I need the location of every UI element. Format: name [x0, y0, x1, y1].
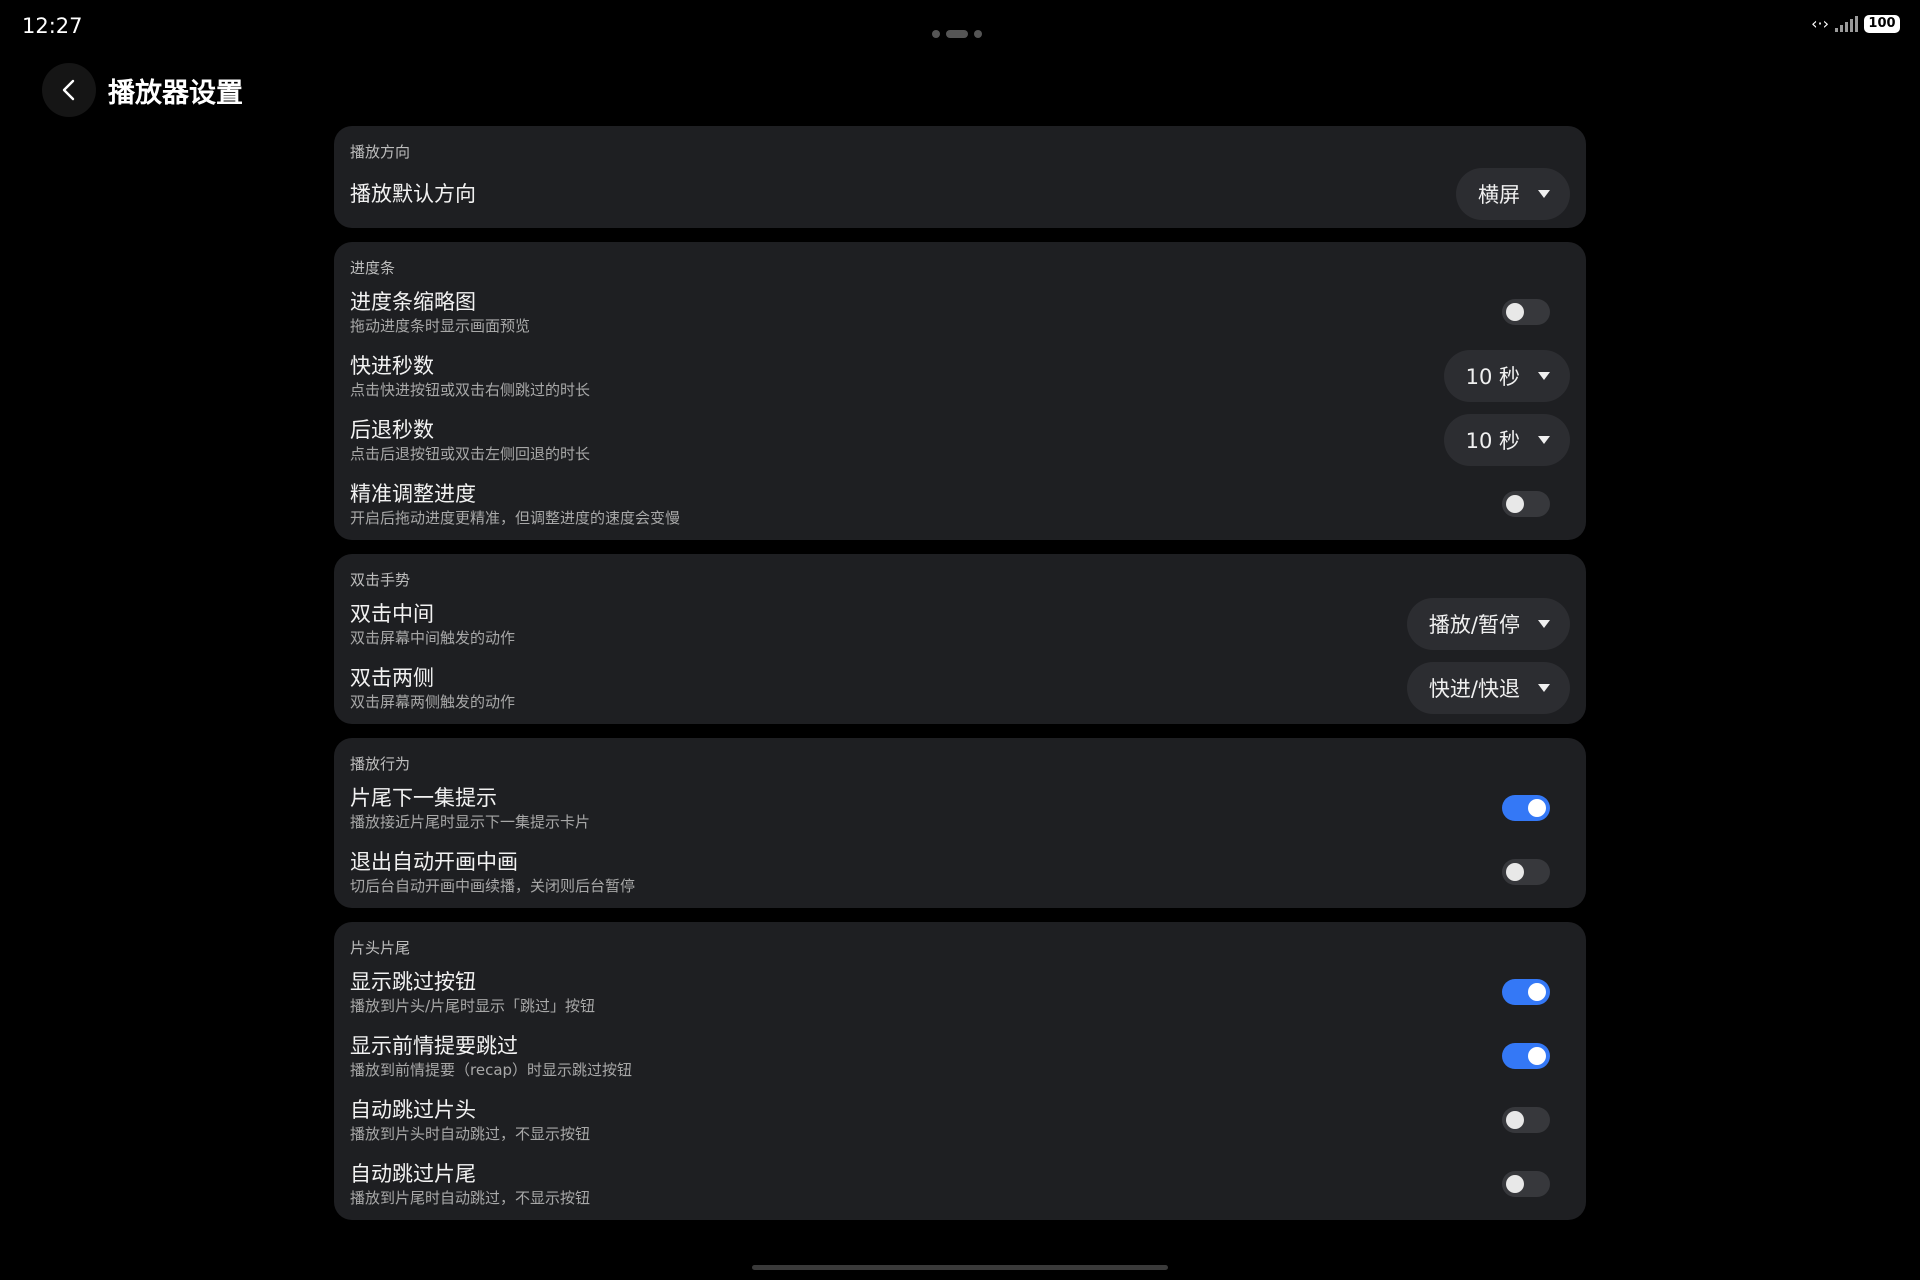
- dropdown-value: 10 秒: [1465, 429, 1520, 453]
- setting-label: 退出自动开画中画: [350, 849, 518, 874]
- section-orientation: 播放方向 播放默认方向 横屏: [334, 126, 1586, 228]
- setting-label: 进度条缩略图: [350, 289, 476, 314]
- setting-row-auto-skip-intro: 自动跳过片头 播放到片头时自动跳过，不显示按钮: [350, 1088, 1570, 1152]
- setting-label: 自动跳过片头: [350, 1097, 476, 1122]
- auto-skip-outro-toggle[interactable]: [1502, 1171, 1550, 1197]
- setting-label: 快进秒数: [350, 353, 434, 378]
- double-tap-center-dropdown[interactable]: 播放/暂停: [1406, 598, 1570, 650]
- section-title: 播放行为: [350, 755, 411, 773]
- double-tap-sides-dropdown[interactable]: 快进/快退: [1406, 662, 1570, 714]
- setting-desc: 播放接近片尾时显示下一集提示卡片: [350, 812, 591, 831]
- setting-desc: 播放到前情提要（recap）时显示跳过按钮: [350, 1060, 633, 1079]
- orientation-dropdown[interactable]: 横屏: [1456, 168, 1570, 220]
- section-title: 播放方向: [350, 143, 411, 161]
- setting-desc: 双击屏幕中间触发的动作: [350, 628, 516, 647]
- section-title: 片头片尾: [350, 939, 411, 957]
- setting-label: 播放默认方向: [350, 182, 476, 206]
- setting-desc: 点击快进按钮或双击右侧跳过的时长: [350, 380, 591, 399]
- setting-row-show-recap-skip: 显示前情提要跳过 播放到前情提要（recap）时显示跳过按钮: [350, 1024, 1570, 1088]
- setting-desc: 拖动进度条时显示画面预览: [350, 316, 531, 335]
- precise-seek-toggle[interactable]: [1502, 491, 1550, 517]
- caret-down-icon: [1538, 190, 1550, 198]
- setting-label: 显示跳过按钮: [350, 969, 476, 994]
- section-intro-outro: 片头片尾 显示跳过按钮 播放到片头/片尾时显示「跳过」按钮 显示前情提要跳过 播…: [334, 922, 1586, 1220]
- back-button[interactable]: [42, 63, 96, 117]
- code-icon: ‹·›: [1811, 14, 1829, 33]
- camera-indicator: [932, 30, 982, 38]
- auto-skip-intro-toggle[interactable]: [1502, 1107, 1550, 1133]
- section-title: 双击手势: [350, 571, 411, 589]
- setting-desc: 播放到片尾时自动跳过，不显示按钮: [350, 1188, 591, 1207]
- page-header: 播放器设置: [42, 62, 243, 118]
- setting-row-auto-skip-outro: 自动跳过片尾 播放到片尾时自动跳过，不显示按钮: [350, 1152, 1570, 1216]
- show-recap-skip-toggle[interactable]: [1502, 1043, 1550, 1069]
- setting-row-double-tap-center: 双击中间 双击屏幕中间触发的动作 播放/暂停: [350, 592, 1570, 656]
- setting-label: 片尾下一集提示: [350, 785, 497, 810]
- setting-row-forward-seconds: 快进秒数 点击快进按钮或双击右侧跳过的时长 10 秒: [350, 344, 1570, 408]
- setting-row-rewind-seconds: 后退秒数 点击后退按钮或双击左侧回退的时长 10 秒: [350, 408, 1570, 472]
- next-episode-hint-toggle[interactable]: [1502, 795, 1550, 821]
- setting-label: 精准调整进度: [350, 481, 476, 506]
- setting-desc: 点击后退按钮或双击左侧回退的时长: [350, 444, 591, 463]
- thumbnail-toggle[interactable]: [1502, 299, 1550, 325]
- signal-icon: [1835, 15, 1858, 32]
- setting-label: 后退秒数: [350, 417, 434, 442]
- setting-label: 自动跳过片尾: [350, 1161, 476, 1186]
- chevron-left-icon: [62, 79, 75, 101]
- dropdown-value: 播放/暂停: [1428, 613, 1520, 637]
- section-playback-behavior: 播放行为 片尾下一集提示 播放接近片尾时显示下一集提示卡片 退出自动开画中画 切…: [334, 738, 1586, 908]
- setting-desc: 播放到片头时自动跳过，不显示按钮: [350, 1124, 591, 1143]
- setting-row-default-orientation: 播放默认方向 横屏: [350, 164, 1570, 224]
- show-skip-button-toggle[interactable]: [1502, 979, 1550, 1005]
- setting-row-double-tap-sides: 双击两侧 双击屏幕两侧触发的动作 快进/快退: [350, 656, 1570, 720]
- setting-row-thumbnail: 进度条缩略图 拖动进度条时显示画面预览: [350, 280, 1570, 344]
- setting-row-auto-pip: 退出自动开画中画 切后台自动开画中画续播，关闭则后台暂停: [350, 840, 1570, 904]
- dropdown-value: 10 秒: [1465, 365, 1520, 389]
- section-progress-bar: 进度条 进度条缩略图 拖动进度条时显示画面预览 快进秒数 点击快进按钮或双击右侧…: [334, 242, 1586, 540]
- page-title: 播放器设置: [108, 77, 243, 109]
- setting-desc: 开启后拖动进度更精准，但调整进度的速度会变慢: [350, 508, 681, 527]
- caret-down-icon: [1538, 684, 1550, 692]
- status-time: 12:27: [22, 14, 83, 38]
- home-indicator[interactable]: [752, 1265, 1168, 1270]
- setting-label: 双击两侧: [350, 665, 434, 690]
- setting-desc: 切后台自动开画中画续播，关闭则后台暂停: [350, 876, 636, 895]
- settings-list: 播放方向 播放默认方向 横屏 进度条 进度条缩略图 拖动进度条时显示画面预览 快…: [334, 126, 1586, 1234]
- rewind-seconds-dropdown[interactable]: 10 秒: [1443, 414, 1570, 466]
- setting-label: 双击中间: [350, 601, 434, 626]
- battery-icon: 100: [1864, 14, 1900, 33]
- setting-desc: 播放到片头/片尾时显示「跳过」按钮: [350, 996, 596, 1015]
- caret-down-icon: [1538, 372, 1550, 380]
- dropdown-value: 快进/快退: [1428, 677, 1520, 701]
- caret-down-icon: [1538, 620, 1550, 628]
- setting-label: 显示前情提要跳过: [350, 1033, 518, 1058]
- auto-pip-toggle[interactable]: [1502, 859, 1550, 885]
- setting-row-show-skip-button: 显示跳过按钮 播放到片头/片尾时显示「跳过」按钮: [350, 960, 1570, 1024]
- status-bar: 12:27 ‹·› 100: [0, 0, 1920, 52]
- section-title: 进度条: [350, 259, 396, 277]
- setting-desc: 双击屏幕两侧触发的动作: [350, 692, 516, 711]
- caret-down-icon: [1538, 436, 1550, 444]
- section-double-tap: 双击手势 双击中间 双击屏幕中间触发的动作 播放/暂停 双击两侧 双击屏幕两侧触…: [334, 554, 1586, 724]
- status-icons: ‹·› 100: [1811, 14, 1900, 33]
- setting-row-precise-seek: 精准调整进度 开启后拖动进度更精准，但调整进度的速度会变慢: [350, 472, 1570, 536]
- dropdown-value: 横屏: [1478, 183, 1520, 207]
- forward-seconds-dropdown[interactable]: 10 秒: [1443, 350, 1570, 402]
- setting-row-next-episode-hint: 片尾下一集提示 播放接近片尾时显示下一集提示卡片: [350, 776, 1570, 840]
